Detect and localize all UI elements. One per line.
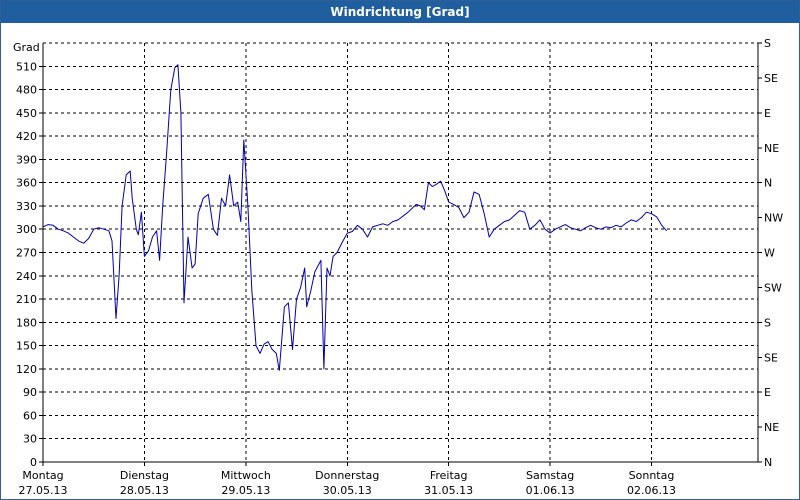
y-tick-label: 150: [16, 340, 37, 353]
y-axis-right-ticks: N NE E SE S SW W NW N NE E SE S: [758, 37, 783, 469]
right-tick-label: W: [764, 247, 775, 260]
y-tick-label: 390: [16, 153, 37, 166]
x-tick-day: Freitag: [430, 469, 468, 482]
x-tick-day: Donnerstag: [315, 469, 379, 482]
y-tick-label: 360: [16, 177, 37, 190]
y-tick-label: 480: [16, 84, 37, 97]
y-tick-label: 300: [16, 223, 37, 236]
x-tick-day: Montag: [22, 469, 63, 482]
y-tick-label: 210: [16, 293, 37, 306]
right-tick-label: SW: [764, 281, 782, 294]
right-tick-label: N: [764, 177, 772, 190]
x-tick-date: 31.05.13: [424, 484, 473, 497]
x-tick-day: Sonntag: [629, 469, 675, 482]
right-tick-label: E: [764, 107, 771, 120]
y-axis-left-ticks: 0 30 60 90 120 150 180 210 240 270 300 330 360 390 420…: [16, 60, 43, 469]
x-tick-day: Dienstag: [120, 469, 169, 482]
wind-direction-chart: 0 30 60 90 120 150 180 210 240 270 300 330 360 390 420…: [13, 37, 783, 497]
x-tick-date: 01.06.13: [526, 484, 575, 497]
x-tick-date: 30.05.13: [323, 484, 372, 497]
x-axis-ticks: Montag 27.05.13 Dienstag 28.05.13 Mittwoch 29…: [19, 462, 676, 497]
y-tick-label: 240: [16, 270, 37, 283]
x-tick-date: 28.05.13: [120, 484, 169, 497]
x-tick-date: 29.05.13: [221, 484, 270, 497]
right-tick-label: E: [764, 386, 771, 399]
x-tick-day: Mittwoch: [221, 469, 271, 482]
x-tick-day: Samstag: [526, 469, 574, 482]
right-tick-label: S: [764, 316, 771, 329]
right-tick-label: N: [764, 456, 772, 469]
right-tick-label: S: [764, 37, 771, 50]
right-tick-label: NW: [764, 212, 783, 225]
y-tick-label: 120: [16, 363, 37, 376]
y-tick-label: 180: [16, 316, 37, 329]
x-tick-date: 02.06.13: [627, 484, 676, 497]
y-tick-label: 330: [16, 200, 37, 213]
right-tick-label: SE: [764, 72, 778, 85]
y-tick-label: 60: [23, 409, 37, 422]
right-tick-label: NE: [764, 421, 779, 434]
y-tick-label: 420: [16, 130, 37, 143]
series-layer: [42, 64, 668, 371]
right-tick-label: NE: [764, 142, 779, 155]
y-tick-label: 510: [16, 60, 37, 73]
y-tick-label: 30: [23, 433, 37, 446]
y-tick-label: 90: [23, 386, 37, 399]
wind-direction-line: [42, 64, 668, 371]
grid: [43, 42, 758, 462]
chart-window: Windrichtung [Grad] 0 30 60 90 120 150 180 210 2…: [0, 0, 800, 500]
x-tick-date: 27.05.13: [19, 484, 68, 497]
y-tick-label: 270: [16, 247, 37, 260]
y-tick-label: 0: [30, 456, 37, 469]
y-axis-label: Grad: [13, 41, 40, 54]
right-tick-label: SE: [764, 351, 778, 364]
y-tick-label: 450: [16, 107, 37, 120]
